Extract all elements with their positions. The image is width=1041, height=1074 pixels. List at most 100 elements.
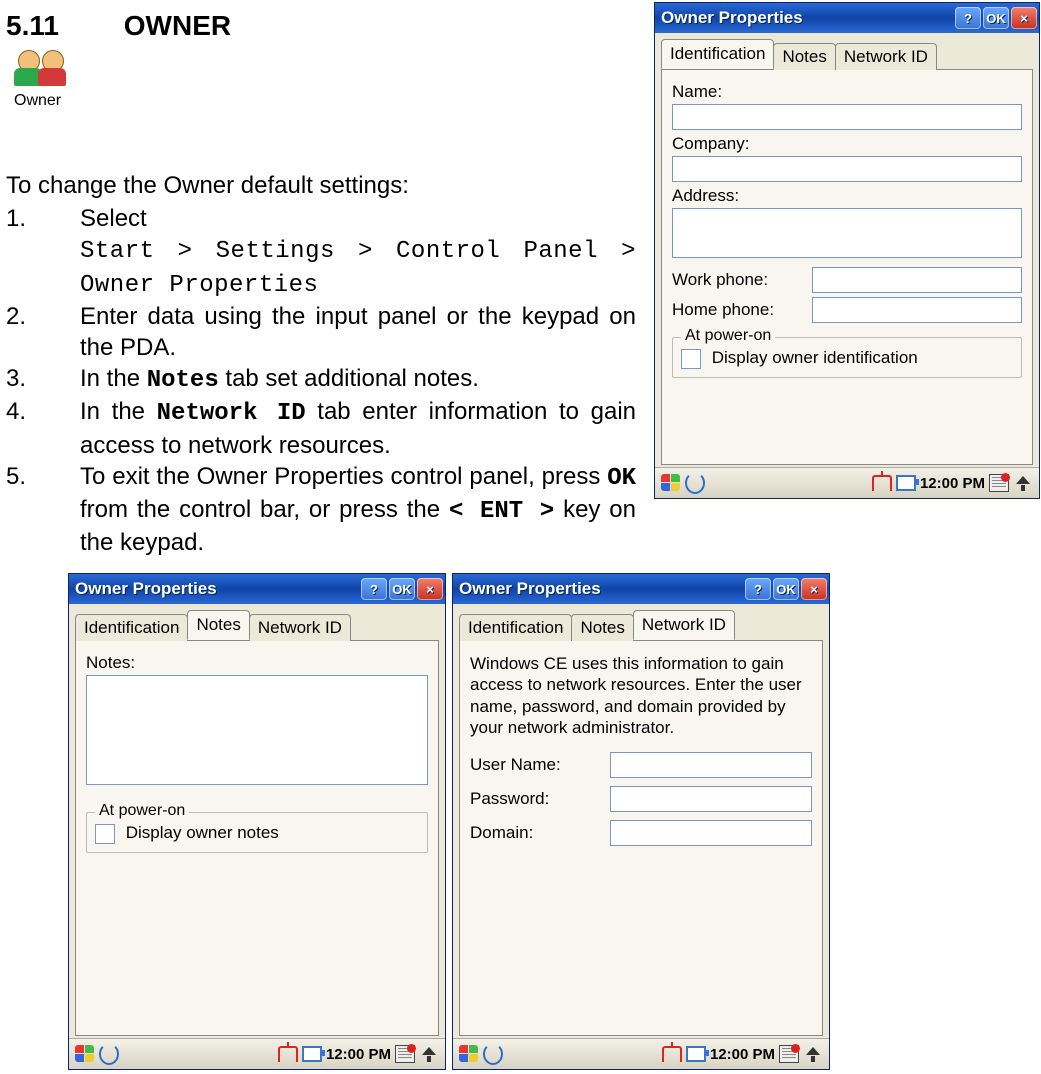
- keyboard-icon[interactable]: [989, 473, 1009, 493]
- titlebar[interactable]: Owner Properties ? OK ×: [69, 574, 445, 604]
- label-name: Name:: [672, 82, 1022, 102]
- wireless-icon[interactable]: [662, 1044, 682, 1064]
- tab-notes[interactable]: Notes: [187, 610, 249, 640]
- tab-identification[interactable]: Identification: [459, 614, 572, 641]
- label-company: Company:: [672, 134, 1022, 154]
- label-homephone: Home phone:: [672, 300, 812, 320]
- owner-icon: [14, 48, 70, 88]
- input-username[interactable]: [610, 752, 812, 778]
- tab-network-id[interactable]: Network ID: [249, 614, 351, 641]
- group-legend: At power-on: [95, 802, 189, 820]
- ok-button[interactable]: OK: [773, 578, 799, 600]
- input-company[interactable]: [672, 156, 1022, 182]
- app-icon[interactable]: [685, 473, 705, 493]
- tab-network-id[interactable]: Network ID: [633, 610, 735, 640]
- keyboard-icon[interactable]: [779, 1044, 799, 1064]
- tab-notes[interactable]: Notes: [571, 614, 633, 641]
- app-icon[interactable]: [483, 1044, 503, 1064]
- window-title: Owner Properties: [459, 579, 743, 599]
- titlebar[interactable]: Owner Properties ? OK ×: [655, 3, 1039, 33]
- show-desktop-icon[interactable]: [1013, 473, 1033, 493]
- close-button[interactable]: ×: [801, 578, 827, 600]
- intro-line: To change the Owner default settings:: [6, 170, 636, 201]
- intro-text: To change the Owner default settings:: [6, 170, 636, 201]
- networkid-blurb: Windows CE uses this information to gain…: [470, 649, 812, 744]
- step-4: 4. In the Network ID tab enter informati…: [6, 396, 636, 460]
- tab-identification[interactable]: Identification: [661, 39, 774, 69]
- steps-list: 1. Select Start > Settings > Control Pan…: [6, 203, 636, 558]
- titlebar[interactable]: Owner Properties ? OK ×: [453, 574, 829, 604]
- step-2: 2. Enter data using the input panel or t…: [6, 301, 636, 363]
- taskbar-clock[interactable]: 12:00 PM: [326, 1046, 391, 1063]
- checkbox-display-owner-ident[interactable]: Display owner identification: [681, 348, 918, 367]
- help-button[interactable]: ?: [745, 578, 771, 600]
- step-3: 3. In the Notes tab set additional notes…: [6, 363, 636, 396]
- ok-button[interactable]: OK: [983, 7, 1009, 29]
- label-notes: Notes:: [86, 653, 428, 673]
- group-legend: At power-on: [681, 327, 775, 345]
- tab-strip: Identification Notes Network ID: [453, 604, 829, 640]
- tab-strip: Identification Notes Network ID: [69, 604, 445, 640]
- tabpage-networkid: Windows CE uses this information to gain…: [459, 640, 823, 1036]
- keyboard-icon[interactable]: [395, 1044, 415, 1064]
- input-homephone[interactable]: [812, 297, 1022, 323]
- taskbar-clock[interactable]: 12:00 PM: [920, 475, 985, 492]
- input-domain[interactable]: [610, 820, 812, 846]
- wireless-icon[interactable]: [278, 1044, 298, 1064]
- at-power-on-group: At power-on Display owner identification: [672, 337, 1022, 378]
- taskbar[interactable]: 12:00 PM: [453, 1038, 829, 1069]
- battery-icon[interactable]: [896, 473, 916, 493]
- section-number: 5.11: [6, 10, 116, 42]
- checkbox-icon[interactable]: [681, 349, 701, 369]
- input-name[interactable]: [672, 104, 1022, 130]
- tab-strip: Identification Notes Network ID: [655, 33, 1039, 69]
- section-title: OWNER: [124, 10, 231, 41]
- input-address[interactable]: [672, 208, 1022, 258]
- label-domain: Domain:: [470, 823, 610, 843]
- owner-properties-window-notes: Owner Properties ? OK × Identification N…: [68, 573, 446, 1070]
- tab-network-id[interactable]: Network ID: [835, 43, 937, 70]
- window-title: Owner Properties: [661, 8, 953, 28]
- checkbox-icon[interactable]: [95, 824, 115, 844]
- owner-properties-window-networkid: Owner Properties ? OK × Identification N…: [452, 573, 830, 1070]
- tabpage-notes: Notes: At power-on Display owner notes: [75, 640, 439, 1036]
- taskbar[interactable]: 12:00 PM: [69, 1038, 445, 1069]
- ok-button[interactable]: OK: [389, 578, 415, 600]
- taskbar[interactable]: 12:00 PM: [655, 467, 1039, 498]
- label-username: User Name:: [470, 755, 610, 775]
- start-flag-icon[interactable]: [75, 1044, 95, 1064]
- close-button[interactable]: ×: [1011, 7, 1037, 29]
- label-password: Password:: [470, 789, 610, 809]
- show-desktop-icon[interactable]: [803, 1044, 823, 1064]
- step-1: 1. Select Start > Settings > Control Pan…: [6, 203, 636, 301]
- tab-identification[interactable]: Identification: [75, 614, 188, 641]
- window-title: Owner Properties: [75, 579, 359, 599]
- start-flag-icon[interactable]: [661, 473, 681, 493]
- doc-column: 5.11 OWNER Owner To change the Owner def…: [6, 10, 636, 558]
- app-icon[interactable]: [99, 1044, 119, 1064]
- show-desktop-icon[interactable]: [419, 1044, 439, 1064]
- wireless-icon[interactable]: [872, 473, 892, 493]
- battery-icon[interactable]: [686, 1044, 706, 1064]
- checkbox-display-owner-notes[interactable]: Display owner notes: [95, 823, 279, 842]
- at-power-on-group: At power-on Display owner notes: [86, 812, 428, 853]
- tabpage-identification: Name: Company: Address: Work phone: Home…: [661, 69, 1033, 465]
- owner-properties-window-identification: Owner Properties ? OK × Identification N…: [654, 2, 1040, 499]
- step-5: 5. To exit the Owner Properties control …: [6, 461, 636, 559]
- taskbar-clock[interactable]: 12:00 PM: [710, 1046, 775, 1063]
- help-button[interactable]: ?: [361, 578, 387, 600]
- tab-notes[interactable]: Notes: [773, 43, 835, 70]
- section-heading: 5.11 OWNER: [6, 10, 636, 42]
- label-workphone: Work phone:: [672, 270, 812, 290]
- input-password[interactable]: [610, 786, 812, 812]
- close-button[interactable]: ×: [417, 578, 443, 600]
- label-address: Address:: [672, 186, 1022, 206]
- start-flag-icon[interactable]: [459, 1044, 479, 1064]
- input-workphone[interactable]: [812, 267, 1022, 293]
- step-1-path: Start > Settings > Control Panel > Owner…: [80, 238, 636, 298]
- battery-icon[interactable]: [302, 1044, 322, 1064]
- input-notes[interactable]: [86, 675, 428, 785]
- owner-icon-block: Owner: [14, 48, 636, 110]
- help-button[interactable]: ?: [955, 7, 981, 29]
- owner-icon-label: Owner: [14, 92, 636, 110]
